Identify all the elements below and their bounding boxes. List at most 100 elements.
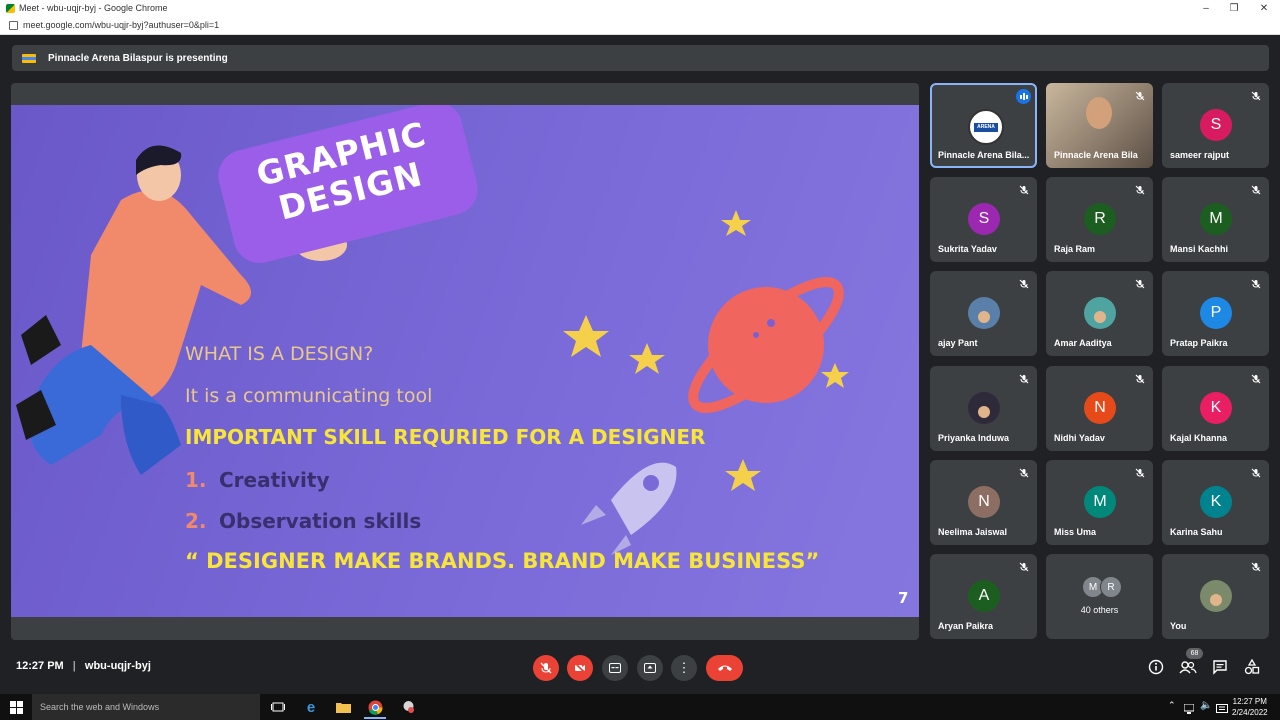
chat-icon bbox=[1213, 660, 1227, 675]
participant-tile[interactable]: M Miss Uma bbox=[1046, 460, 1153, 545]
microphone-off-button[interactable] bbox=[533, 655, 559, 681]
file-explorer-icon[interactable] bbox=[335, 699, 351, 715]
chat-button[interactable] bbox=[1212, 659, 1228, 675]
presenting-banner: Pinnacle Arena Bilaspur is presenting bbox=[12, 45, 1269, 71]
edge-icon[interactable]: e bbox=[303, 699, 319, 716]
participant-tile[interactable]: M R 40 others bbox=[1046, 554, 1153, 639]
avatar bbox=[1084, 297, 1116, 329]
avatar: P bbox=[1200, 297, 1232, 329]
slide-heading: IMPORTANT SKILL REQURIED FOR A DESIGNER bbox=[185, 425, 706, 449]
planet-crater-2 bbox=[753, 332, 759, 338]
activities-button[interactable] bbox=[1244, 658, 1260, 675]
planet-crater bbox=[767, 319, 775, 327]
notification-icon[interactable] bbox=[1216, 701, 1228, 713]
taskbar-search-input[interactable]: Search the web and Windows bbox=[32, 694, 260, 720]
participant-name: Pratap Paikra bbox=[1170, 338, 1228, 348]
participant-tile[interactable]: P Pratap Paikra bbox=[1162, 271, 1269, 356]
meeting-time: 12:27 PM bbox=[16, 660, 64, 672]
mic-off-icon bbox=[1019, 562, 1029, 572]
participant-tile[interactable]: N Neelima Jaiswal bbox=[930, 460, 1037, 545]
meeting-details: 12:27 PM | wbu-uqjr-byj bbox=[16, 660, 151, 672]
presenting-text: Pinnacle Arena Bilaspur is presenting bbox=[48, 52, 228, 64]
clock-date: 2/24/2022 bbox=[1232, 708, 1268, 717]
minimize-icon[interactable]: – bbox=[1192, 0, 1220, 16]
avatar: N bbox=[1084, 392, 1116, 424]
avatar bbox=[968, 392, 1000, 424]
camera-off-button[interactable] bbox=[567, 655, 593, 681]
participant-name: sameer rajput bbox=[1170, 150, 1230, 160]
star bbox=[725, 459, 761, 491]
separator: | bbox=[72, 660, 76, 672]
chrome-icon[interactable] bbox=[367, 699, 383, 715]
volume-icon[interactable]: 🔈 bbox=[1200, 700, 1212, 711]
participant-tile[interactable]: Pinnacle Arena Bila bbox=[1046, 83, 1153, 168]
participant-tile[interactable]: A Aryan Paikra bbox=[930, 554, 1037, 639]
participant-name: Pinnacle Arena Bila bbox=[1054, 150, 1138, 160]
mic-off-icon bbox=[1251, 468, 1261, 478]
participant-tile[interactable]: N Nidhi Yadav bbox=[1046, 366, 1153, 451]
meet-favicon-icon bbox=[6, 3, 15, 13]
presentation-slide[interactable]: GRAPHIC DESIGN WHAT IS A DESIGN? It is a… bbox=[11, 105, 919, 617]
network-icon[interactable] bbox=[1183, 701, 1195, 714]
mic-off-icon bbox=[540, 662, 552, 674]
participant-tile[interactable]: ARENA Pinnacle Arena Bila... bbox=[930, 83, 1037, 168]
windows-start-button[interactable] bbox=[8, 699, 24, 715]
participant-name: Priyanka Induwa bbox=[938, 433, 1010, 443]
star bbox=[563, 315, 609, 357]
mic-off-icon bbox=[1135, 468, 1145, 478]
avatar bbox=[968, 297, 1000, 329]
meeting-info-button[interactable] bbox=[1148, 659, 1164, 675]
mic-off-icon bbox=[1251, 185, 1261, 195]
mic-off-icon bbox=[1019, 468, 1029, 478]
mic-off-icon bbox=[1019, 279, 1029, 289]
avatar: S bbox=[968, 203, 1000, 235]
star bbox=[821, 363, 849, 388]
avatar: S bbox=[1200, 109, 1232, 141]
close-icon[interactable]: ✕ bbox=[1250, 0, 1278, 16]
participant-tile[interactable]: S Sukrita Yadav bbox=[930, 177, 1037, 262]
star bbox=[629, 343, 665, 374]
restore-icon[interactable]: ❐ bbox=[1220, 0, 1248, 16]
participant-tile[interactable]: K Kajal Khanna bbox=[1162, 366, 1269, 451]
participant-tile[interactable]: M Mansi Kachhi bbox=[1162, 177, 1269, 262]
rocket-window bbox=[643, 475, 659, 491]
active-app-indicator bbox=[364, 717, 386, 719]
captions-button[interactable] bbox=[602, 655, 628, 681]
participant-tile[interactable]: R Raja Ram bbox=[1046, 177, 1153, 262]
hang-up-icon bbox=[717, 665, 732, 671]
avatar: A bbox=[968, 580, 1000, 612]
list-item: Observation skills bbox=[219, 509, 422, 533]
participant-tile[interactable]: You bbox=[1162, 554, 1269, 639]
task-view-button[interactable] bbox=[270, 699, 286, 715]
participant-tile[interactable]: K Karina Sahu bbox=[1162, 460, 1269, 545]
windows-logo-icon bbox=[9, 700, 23, 714]
avatar: M bbox=[1200, 203, 1232, 235]
people-button[interactable] bbox=[1179, 659, 1197, 675]
participant-video-person bbox=[1086, 97, 1112, 129]
presenter-logo-icon bbox=[22, 53, 36, 63]
star bbox=[721, 210, 751, 236]
captions-icon bbox=[609, 663, 621, 673]
participant-name: ajay Pant bbox=[938, 338, 978, 348]
participant-name: Aryan Paikra bbox=[938, 621, 994, 631]
participant-tile[interactable]: ajay Pant bbox=[930, 271, 1037, 356]
address-bar[interactable]: meet.google.com/wbu-uqjr-byj?authuser=0&… bbox=[0, 16, 1280, 35]
avatar: ARENA bbox=[968, 109, 1004, 145]
chevron-up-icon[interactable]: ⌃ bbox=[1168, 700, 1176, 711]
system-clock[interactable]: 12:27 PM 2/24/2022 bbox=[1232, 696, 1268, 718]
participant-tile[interactable]: Ssameer rajput bbox=[1162, 83, 1269, 168]
participant-tile[interactable]: Priyanka Induwa bbox=[930, 366, 1037, 451]
slide-page-number: 7 bbox=[898, 589, 909, 607]
mic-off-icon bbox=[1251, 374, 1261, 384]
present-now-button[interactable] bbox=[637, 655, 663, 681]
meeting-code: wbu-uqjr-byj bbox=[84, 660, 151, 672]
slide-answer: It is a communicating tool bbox=[185, 385, 433, 407]
participant-name: Kajal Khanna bbox=[1170, 433, 1228, 443]
more-options-button[interactable]: ⋮ bbox=[671, 655, 697, 681]
app-icon[interactable] bbox=[400, 699, 416, 715]
leave-call-button[interactable] bbox=[706, 655, 743, 681]
mic-off-icon bbox=[1251, 562, 1261, 572]
character-shoe-1 bbox=[21, 315, 61, 365]
participant-tile[interactable]: Amar Aaditya bbox=[1046, 271, 1153, 356]
participant-name: Miss Uma bbox=[1054, 527, 1097, 537]
